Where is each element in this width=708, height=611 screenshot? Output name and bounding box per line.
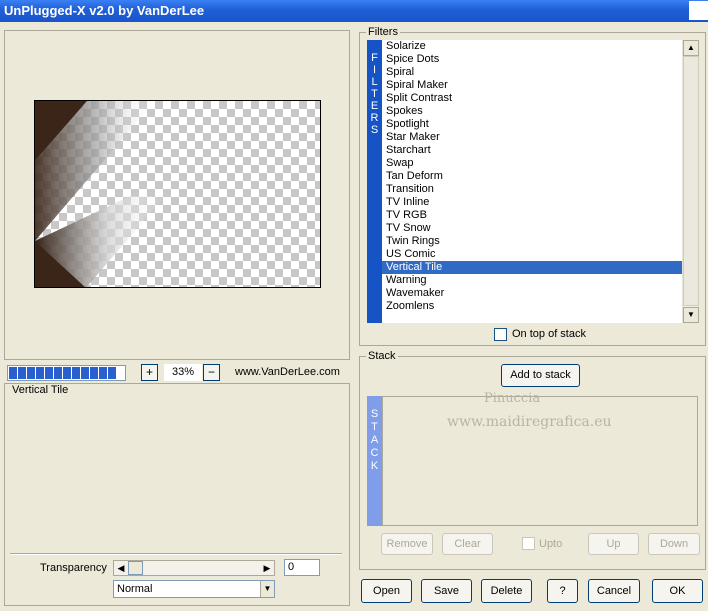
watermark-line2: www.maidiregrafica.eu — [447, 414, 612, 430]
arrow-left-icon[interactable]: ◀ — [114, 561, 128, 575]
filter-list-item[interactable]: Split Contrast — [382, 92, 682, 105]
strip-letter: T — [371, 88, 378, 100]
strip-letter: L — [371, 76, 378, 88]
strip-letter: R — [370, 112, 379, 124]
filter-list-item[interactable]: Zoomlens — [382, 300, 682, 313]
filter-list-item[interactable]: Tan Deform — [382, 170, 682, 183]
filter-list-item[interactable]: Warning — [382, 274, 682, 287]
filter-name-label: Vertical Tile — [10, 384, 71, 396]
progress-segment — [72, 367, 80, 379]
filter-list[interactable]: Solarize Spice Dots Spiral Spiral Maker Spli… — [382, 40, 682, 323]
progress-segment — [9, 367, 17, 379]
progress-segment — [108, 367, 116, 379]
progress-segment — [36, 367, 44, 379]
progress-segment — [18, 367, 26, 379]
strip-letter: F — [371, 52, 378, 64]
progress-segment — [27, 367, 35, 379]
strip-letter: S — [370, 124, 379, 136]
preview-render — [35, 101, 165, 287]
blend-mode-select[interactable]: Normal ▼ — [113, 580, 275, 598]
on-top-checkbox[interactable] — [494, 328, 507, 341]
scroll-down-icon[interactable]: ▼ — [683, 307, 699, 323]
filter-list-item[interactable]: Spotlight — [382, 118, 682, 131]
arrow-right-icon[interactable]: ▶ — [260, 561, 274, 575]
progress-segment — [63, 367, 71, 379]
save-button[interactable]: Save — [421, 579, 472, 603]
filters-group-label: Filters — [366, 26, 400, 38]
zoom-in-button[interactable]: + — [141, 364, 158, 381]
filter-list-item[interactable]: US Comic — [382, 248, 682, 261]
filter-list-item[interactable]: TV Inline — [382, 196, 682, 209]
cancel-button[interactable]: Cancel — [588, 579, 640, 603]
progress-segment — [45, 367, 53, 379]
transparency-input[interactable]: 0 — [284, 559, 320, 576]
clear-button[interactable]: Clear — [442, 533, 493, 555]
filter-list-item[interactable]: Spiral Maker — [382, 79, 682, 92]
add-to-stack-button[interactable]: Add to stack — [501, 364, 580, 387]
filter-list-item[interactable]: Spokes — [382, 105, 682, 118]
ok-button[interactable]: OK — [652, 579, 703, 603]
filter-list-item[interactable]: Spice Dots — [382, 53, 682, 66]
strip-letter: K — [370, 460, 379, 472]
filter-list-item[interactable]: Twin Rings — [382, 235, 682, 248]
strip-letter: C — [370, 447, 379, 459]
blend-mode-value: Normal — [117, 583, 153, 595]
window-title: UnPlugged-X v2.0 by VanDerLee — [4, 3, 205, 18]
strip-letter: A — [370, 434, 379, 446]
filter-list-item[interactable]: Spiral — [382, 66, 682, 79]
website-link[interactable]: www.VanDerLee.com — [235, 366, 340, 378]
progress-bar — [7, 365, 126, 381]
strip-letter: I — [372, 64, 377, 76]
chevron-down-icon[interactable]: ▼ — [260, 581, 274, 597]
filter-list-item[interactable]: Vertical Tile — [382, 261, 682, 274]
down-button[interactable]: Down — [648, 533, 700, 555]
stack-strip: STACK — [367, 396, 382, 526]
up-button[interactable]: Up — [588, 533, 639, 555]
scroll-up-icon[interactable]: ▲ — [683, 40, 699, 56]
transparency-slider[interactable]: ◀ ▶ — [113, 560, 275, 576]
upto-checkbox[interactable] — [522, 537, 535, 550]
delete-button[interactable]: Delete — [481, 579, 532, 603]
filter-list-item[interactable]: Star Maker — [382, 131, 682, 144]
filter-list-item[interactable]: Solarize — [382, 40, 682, 53]
slider-thumb[interactable] — [128, 561, 143, 575]
preview-image — [34, 100, 321, 288]
filter-list-item[interactable]: Swap — [382, 157, 682, 170]
upto-label: Upto — [539, 538, 563, 550]
filters-strip: FILTERS — [367, 40, 382, 323]
on-top-label: On top of stack — [512, 328, 586, 340]
strip-letter: S — [370, 408, 379, 420]
filter-scrollbar[interactable]: ▲ ▼ — [682, 40, 699, 323]
separator — [10, 553, 342, 555]
help-button[interactable]: ? — [547, 579, 578, 603]
filter-list-item[interactable]: TV RGB — [382, 209, 682, 222]
transparency-label: Transparency — [40, 562, 107, 574]
open-button[interactable]: Open — [361, 579, 412, 603]
progress-segment — [99, 367, 107, 379]
filter-list-item[interactable]: TV Snow — [382, 222, 682, 235]
stack-group-label: Stack — [366, 350, 398, 362]
filter-list-item[interactable]: Transition — [382, 183, 682, 196]
watermark-line1: Pinuccia — [484, 391, 541, 406]
strip-letter: T — [371, 421, 378, 433]
strip-letter: E — [370, 100, 379, 112]
remove-button[interactable]: Remove — [381, 533, 433, 555]
scroll-thumb[interactable] — [683, 56, 699, 306]
progress-segment — [81, 367, 89, 379]
filter-list-item[interactable]: Starchart — [382, 144, 682, 157]
progress-segment — [54, 367, 62, 379]
zoom-value: 33% — [164, 364, 202, 381]
close-button[interactable] — [689, 1, 708, 20]
zoom-out-button[interactable]: − — [203, 364, 220, 381]
progress-segment — [90, 367, 98, 379]
filter-list-item[interactable]: Wavemaker — [382, 287, 682, 300]
